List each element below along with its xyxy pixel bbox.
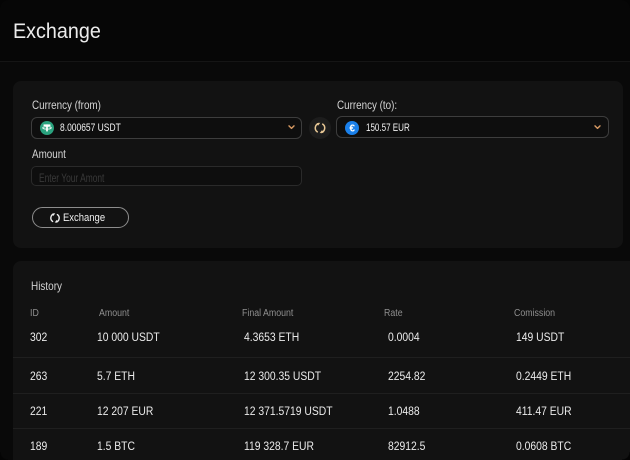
svg-text:€: € <box>349 123 355 134</box>
